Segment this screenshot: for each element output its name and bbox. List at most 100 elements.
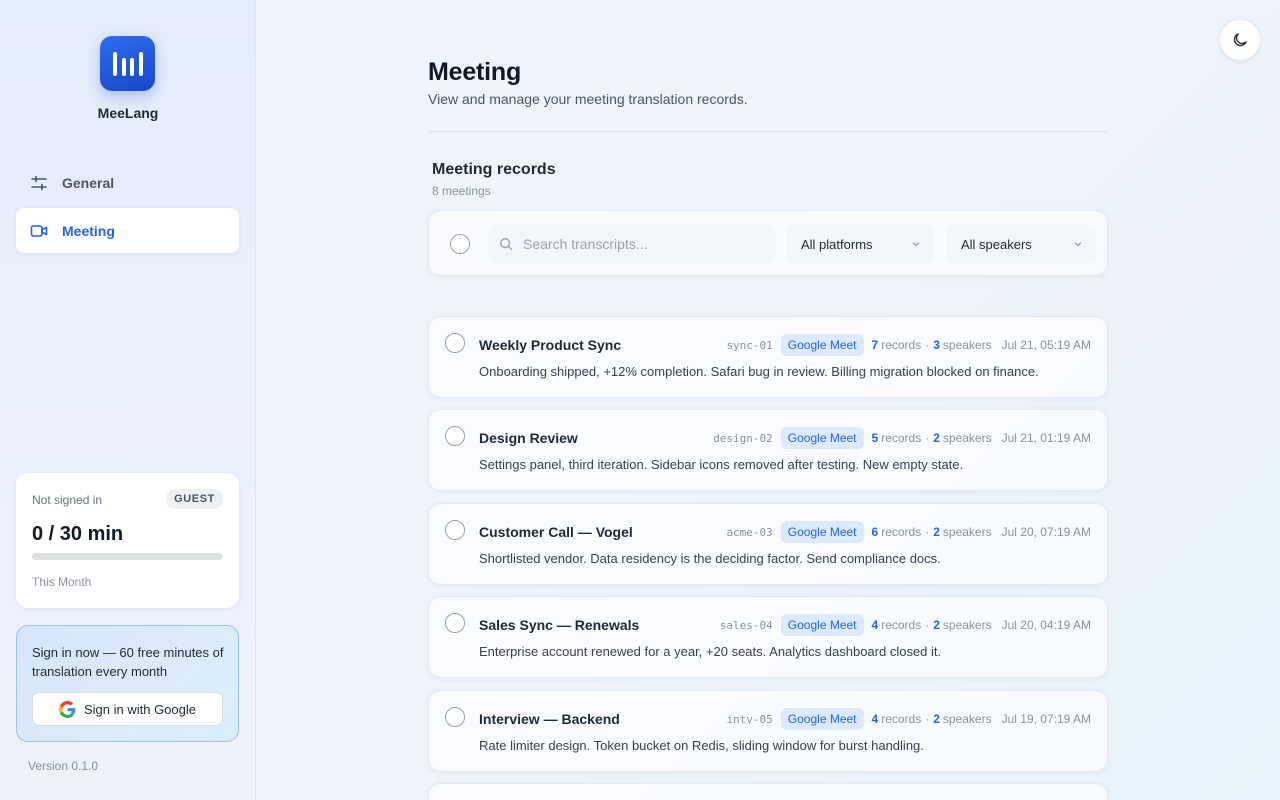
record-summary: Settings panel, third iteration. Sidebar… [479, 457, 964, 472]
record-code: design-02 [713, 431, 773, 445]
speaker-filter-value: All speakers [961, 236, 1032, 252]
record-summary: Rate limiter design. Token bucket on Red… [479, 738, 924, 753]
platform-badge: Google Meet [780, 334, 864, 356]
signin-promo-card: Sign in now — 60 free minutes of transla… [16, 625, 239, 742]
usage-value: 0 / 30 min [32, 523, 124, 545]
record-date: Jul 20, 04:19 AM [1001, 618, 1091, 632]
meeting-record-card[interactable] [428, 783, 1108, 800]
record-date: Jul 21, 05:19 AM [1001, 338, 1091, 352]
meta-separator: · [925, 338, 930, 352]
record-count-label: records [881, 618, 922, 632]
record-meta: sync-01 Google Meet 7 records · 3 speake… [726, 334, 1091, 356]
speaker-count-label: speakers [942, 618, 992, 632]
platform-filter-select[interactable]: All platforms [787, 225, 935, 263]
select-all-checkbox[interactable] [450, 234, 470, 254]
meeting-record-card[interactable]: Design Review design-02 Google Meet 5 re… [428, 409, 1108, 491]
speaker-count: 2 [933, 712, 940, 726]
record-code: sales-04 [719, 618, 773, 632]
record-code: acme-03 [726, 525, 773, 539]
platform-badge: Google Meet [780, 521, 864, 543]
speaker-count: 2 [933, 525, 940, 539]
signin-promo-text: Sign in now — 60 free minutes of transla… [32, 645, 224, 679]
record-title: Customer Call — Vogel [479, 524, 633, 540]
header-divider [428, 131, 1108, 132]
meeting-record-card[interactable]: Sales Sync — Renewals sales-04 Google Me… [428, 596, 1108, 678]
page-title: Meeting [428, 58, 522, 86]
speaker-count-label: speakers [942, 712, 992, 726]
speaker-filter-select[interactable]: All speakers [947, 225, 1097, 263]
record-checkbox[interactable] [445, 520, 465, 540]
page-subtitle: View and manage your meeting translation… [428, 91, 748, 107]
sidebar-item-label: Meeting [62, 222, 115, 239]
platform-badge: Google Meet [780, 614, 864, 636]
google-signin-button[interactable]: Sign in with Google [32, 692, 223, 726]
filter-toolbar: All platforms All speakers [428, 210, 1108, 276]
speaker-count: 2 [933, 431, 940, 445]
sidebar: MeeLang General Meeting Not signed in GU… [0, 0, 256, 800]
sidebar-item-meeting[interactable]: Meeting [16, 208, 239, 253]
record-count: 4 [871, 712, 879, 726]
record-count-label: records [881, 525, 922, 539]
sidebar-item-label: General [62, 174, 115, 191]
search-input[interactable] [523, 236, 763, 252]
record-checkbox[interactable] [445, 333, 465, 353]
usage-progress-bar [32, 553, 223, 560]
guest-badge: GUEST [166, 489, 223, 509]
meeting-record-card[interactable]: Interview — Backend intv-05 Google Meet … [428, 690, 1108, 772]
record-meta: sales-04 Google Meet 4 records · 2 speak… [720, 614, 1091, 636]
sliders-icon [30, 174, 48, 192]
meta-separator: · [925, 712, 930, 726]
record-title: Weekly Product Sync [479, 337, 622, 353]
sidebar-item-general[interactable]: General [16, 160, 239, 205]
meta-separator: · [925, 431, 930, 445]
google-icon [58, 700, 76, 718]
meeting-count: 8 meetings [432, 184, 491, 198]
record-title: Interview — Backend [479, 711, 620, 727]
record-checkbox[interactable] [445, 426, 465, 446]
record-date: Jul 19, 07:19 AM [1001, 712, 1091, 726]
speaker-count: 2 [933, 618, 940, 632]
record-title: Design Review [479, 430, 578, 446]
record-count-label: records [881, 712, 922, 726]
platform-badge: Google Meet [780, 427, 864, 449]
meta-separator: · [925, 618, 930, 632]
record-count: 5 [871, 431, 879, 445]
record-code: sync-01 [726, 338, 773, 352]
meeting-record-card[interactable]: Customer Call — Vogel acme-03 Google Mee… [428, 503, 1108, 585]
search-icon [499, 237, 513, 251]
speaker-count-label: speakers [942, 525, 992, 539]
app-version: Version 0.1.0 [28, 759, 99, 773]
record-title: Sales Sync — Renewals [479, 617, 640, 633]
record-checkbox[interactable] [445, 707, 465, 727]
speaker-count: 3 [933, 338, 940, 352]
section-title: Meeting records [432, 161, 556, 178]
record-count-label: records [881, 338, 922, 352]
record-meta: design-02 Google Meet 5 records · 2 spea… [713, 427, 1091, 449]
sign-in-status: Not signed in [32, 493, 103, 507]
speaker-count-label: speakers [942, 431, 992, 445]
record-count: 6 [871, 525, 879, 539]
meeting-record-card[interactable]: Weekly Product Sync sync-01 Google Meet … [428, 316, 1108, 398]
app-name: MeeLang [97, 105, 159, 121]
record-date: Jul 20, 07:19 AM [1001, 525, 1091, 539]
usage-card: Not signed in GUEST 0 / 30 min This Mont… [16, 473, 239, 608]
moon-icon [1233, 33, 1247, 47]
theme-toggle-button[interactable] [1220, 20, 1260, 60]
audio-bars-icon [112, 51, 143, 76]
search-box [488, 225, 776, 263]
app-logo [100, 36, 155, 91]
speaker-count-label: speakers [942, 338, 992, 352]
chevron-down-icon [1073, 239, 1083, 249]
record-code: intv-05 [726, 712, 773, 726]
record-summary: Enterprise account renewed for a year, +… [479, 644, 942, 659]
record-checkbox[interactable] [445, 613, 465, 633]
usage-period: This Month [32, 575, 92, 589]
record-date: Jul 21, 01:19 AM [1001, 431, 1091, 445]
record-meta: intv-05 Google Meet 4 records · 2 speake… [726, 708, 1091, 730]
chevron-down-icon [911, 239, 921, 249]
platform-badge: Google Meet [780, 708, 864, 730]
record-meta: acme-03 Google Meet 6 records · 2 speake… [726, 521, 1091, 543]
meta-separator: · [925, 525, 930, 539]
platform-filter-value: All platforms [801, 236, 873, 252]
video-camera-icon [30, 222, 48, 240]
